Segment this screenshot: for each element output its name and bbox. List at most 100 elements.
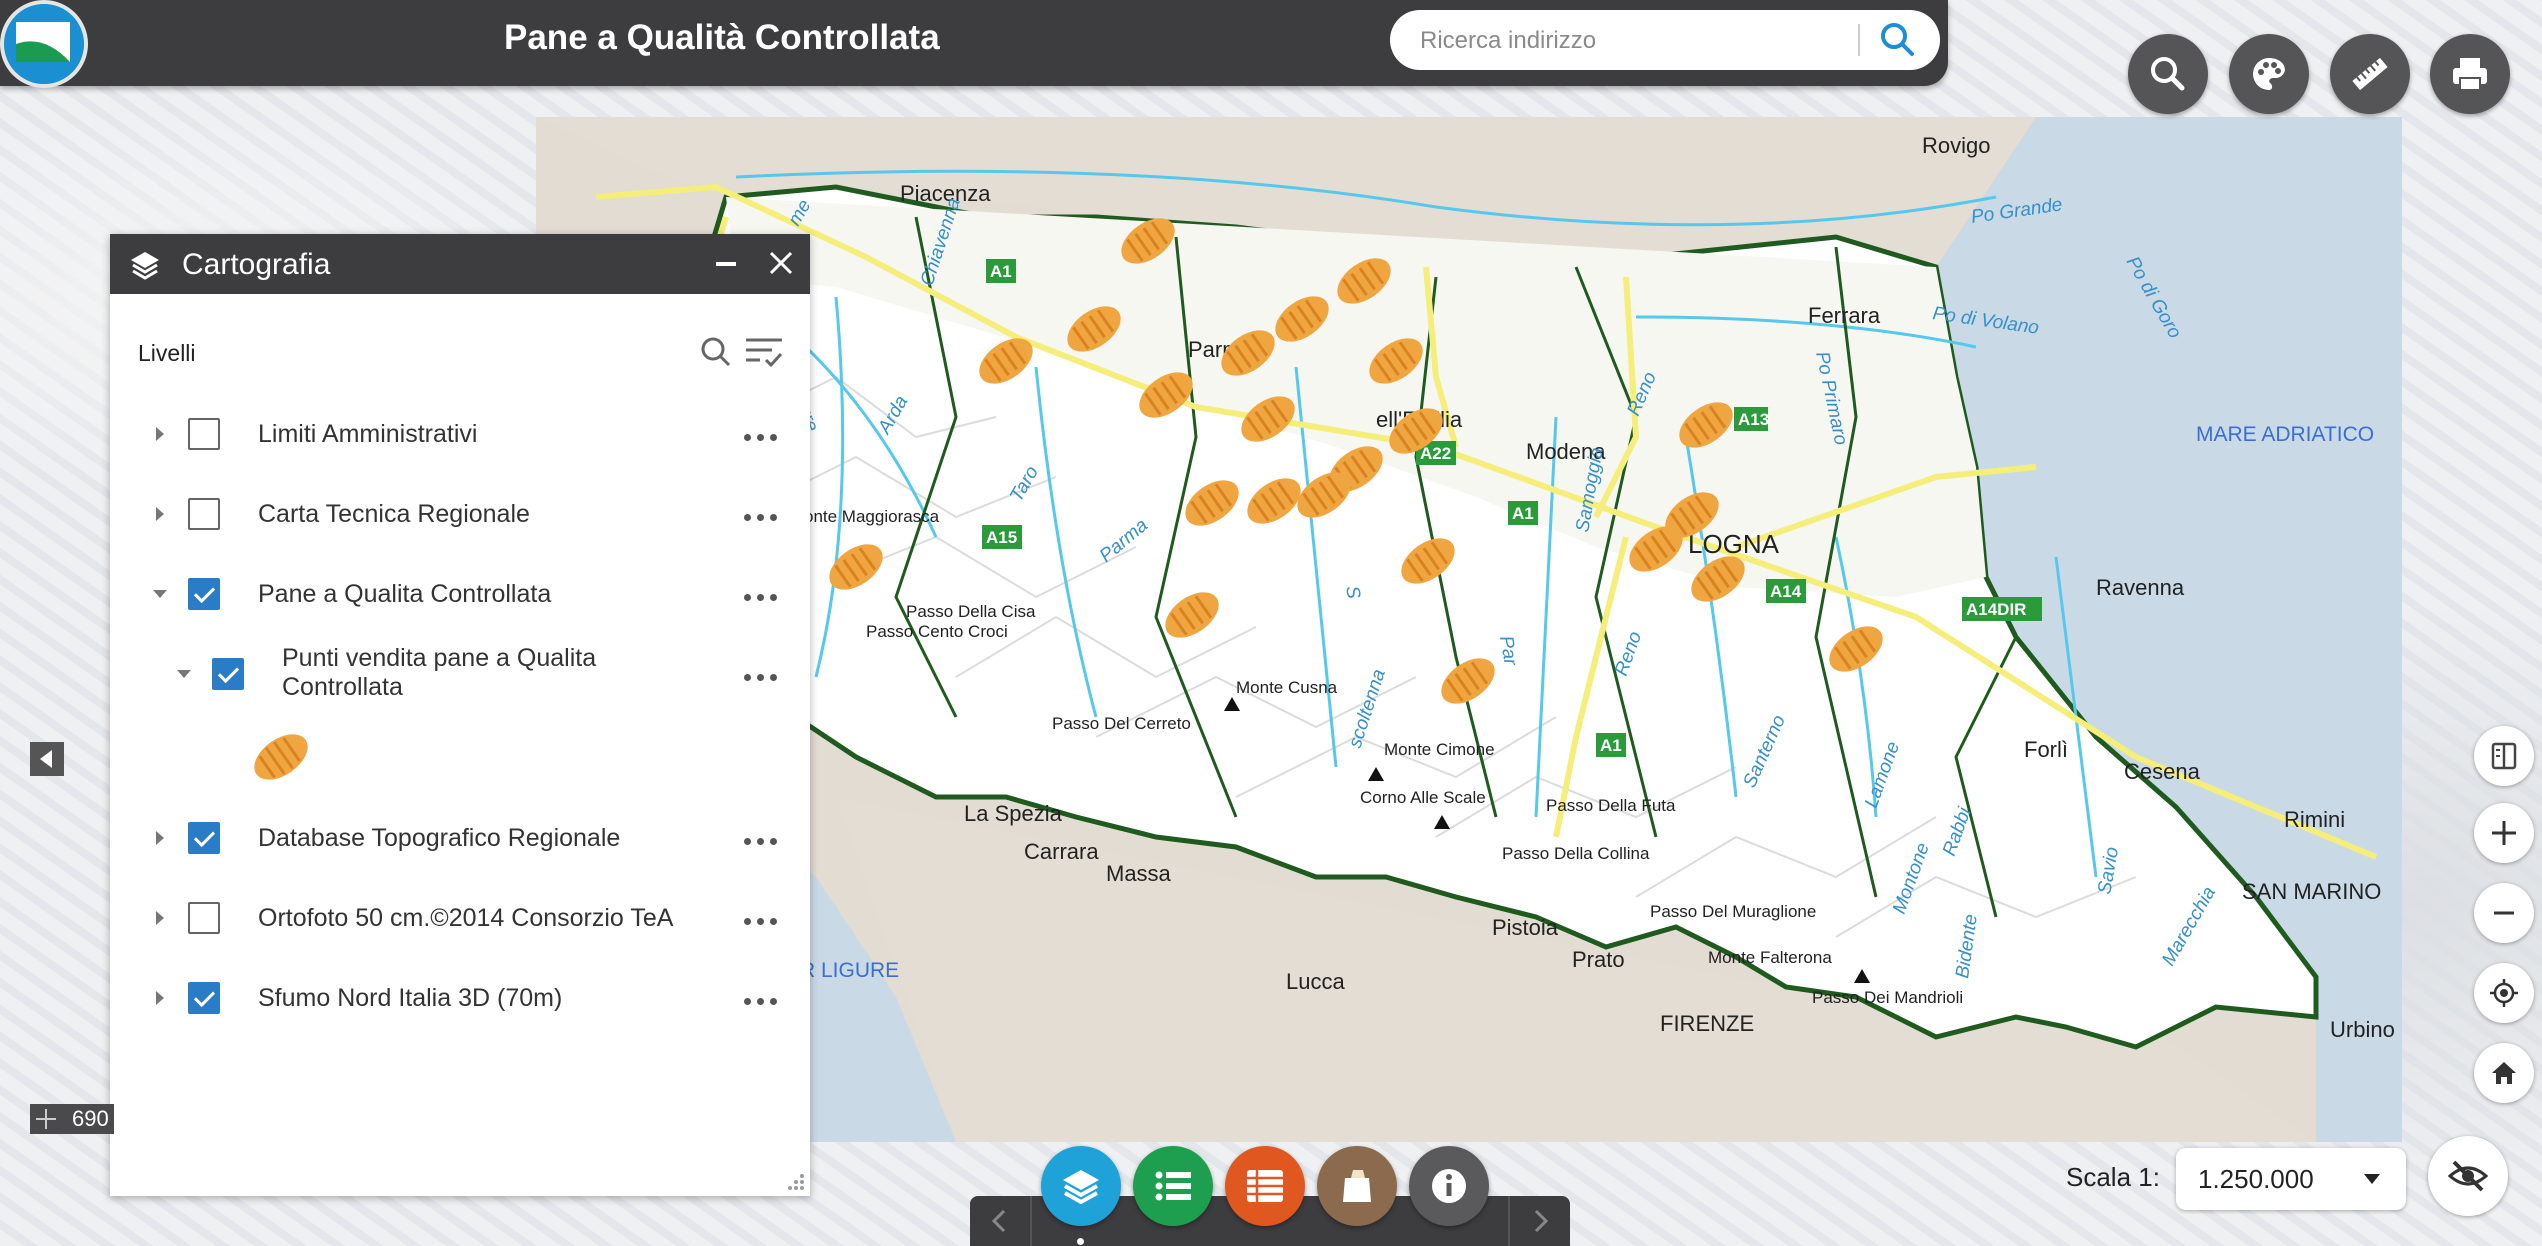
more-options-icon[interactable] [744, 431, 784, 445]
label-ferrara: Ferrara [1808, 303, 1881, 328]
map-view[interactable]: MARE ADRIATICO R LIGURE Rovigo Piacenza … [536, 117, 2402, 1142]
minimize-icon[interactable] [716, 262, 736, 266]
more-options-icon[interactable] [744, 835, 784, 849]
style-button[interactable] [2229, 34, 2309, 114]
divider [1030, 1196, 1032, 1246]
label-passo-collina: Passo Della Collina [1502, 844, 1650, 863]
map-canvas[interactable]: MARE ADRIATICO R LIGURE Rovigo Piacenza … [536, 117, 2402, 1142]
layer-checkbox[interactable] [188, 902, 220, 934]
logo-icon [4, 4, 84, 84]
label-passo-mandrioli: Passo Dei Mandrioli [1812, 988, 1963, 1007]
expand-icon[interactable] [156, 991, 164, 1005]
layer-checkbox[interactable] [188, 822, 220, 854]
coordinates-readout: 690 [30, 1104, 114, 1134]
label-passo-cisa: Passo Della Cisa [906, 602, 1036, 621]
collapse-icon[interactable] [177, 670, 191, 678]
shield-a1: A1 [990, 262, 1012, 281]
more-options-icon[interactable] [744, 511, 784, 525]
chevron-down-icon [2364, 1174, 2380, 1184]
layer-checkbox[interactable] [188, 418, 220, 450]
shield-a14dir: A14DIR [1966, 600, 2026, 619]
active-indicator [1077, 1238, 1084, 1245]
chevron-left-icon [40, 750, 52, 768]
layer-row-carta-tecnica: Carta Tecnica Regionale [110, 484, 810, 544]
more-options-icon[interactable] [744, 995, 784, 1009]
expand-icon[interactable] [156, 427, 164, 441]
close-icon[interactable] [766, 248, 796, 278]
layer-checkbox[interactable] [212, 658, 244, 690]
label-massa: Massa [1106, 861, 1172, 886]
shield-a1c: A1 [1600, 736, 1622, 755]
search-separator [1858, 24, 1860, 56]
levels-label: Livelli [138, 340, 196, 366]
more-options-icon[interactable] [744, 591, 784, 605]
measure-button[interactable] [2330, 34, 2410, 114]
locate-button[interactable] [2474, 963, 2534, 1023]
label-monte-falterona: Monte Falterona [1708, 948, 1832, 967]
label-forli: Forlì [2024, 737, 2068, 762]
address-search-input[interactable] [1418, 20, 1822, 62]
layer-checkbox[interactable] [188, 982, 220, 1014]
layers-button[interactable] [1041, 1146, 1121, 1226]
label-san-marino: SAN MARINO [2242, 879, 2381, 904]
toggle-visibility-button[interactable] [2428, 1136, 2508, 1216]
info-icon [1432, 1169, 1466, 1203]
layer-row-pane-qualita: Pane a Qualita Controllata [110, 564, 810, 624]
hide-icon [2447, 1160, 2489, 1192]
sort-options-icon[interactable] [744, 334, 784, 370]
home-icon [2492, 1062, 2516, 1084]
collapse-icon[interactable] [153, 590, 167, 598]
label-bologna: LOGNA [1688, 529, 1780, 559]
label-rimini: Rimini [2284, 807, 2345, 832]
search-icon [2151, 57, 2185, 91]
coordinate-value: 690 [72, 1106, 109, 1131]
label-la-spezia: La Spezia [964, 801, 1063, 826]
expand-icon[interactable] [156, 911, 164, 925]
legend-button[interactable] [1133, 1146, 1213, 1226]
region-logo[interactable] [0, 0, 88, 88]
label-firenze: FIRENZE [1660, 1011, 1754, 1036]
layer-label: Database Topografico Regionale [258, 824, 621, 852]
print-button[interactable] [2430, 34, 2510, 114]
info-button[interactable] [1409, 1146, 1489, 1226]
label-monte-cimone: Monte Cimone [1384, 740, 1495, 759]
resize-handle-icon[interactable] [786, 1172, 806, 1192]
chevron-left-icon[interactable] [988, 1208, 1012, 1234]
zoom-in-icon [2492, 821, 2516, 845]
attribute-table-button[interactable] [1225, 1146, 1305, 1226]
expand-icon[interactable] [156, 507, 164, 521]
label-urbino: Urbino [2330, 1017, 2395, 1042]
search-submit-button[interactable] [1872, 16, 1922, 64]
more-options-icon[interactable] [744, 915, 784, 929]
label-cesena: Cesena [2124, 759, 2201, 784]
sidebar-toggle-button[interactable] [30, 742, 64, 776]
zoom-out-button[interactable] [2474, 883, 2534, 943]
layers-panel: Cartografia Livelli Limiti Amministrativ… [110, 234, 810, 1196]
expand-icon[interactable] [156, 831, 164, 845]
layer-checkbox[interactable] [188, 578, 220, 610]
panel-header[interactable]: Cartografia [110, 234, 810, 294]
layer-row-punti-vendita: Punti vendita pane a Qualita Controllata [110, 634, 810, 714]
shield-a15: A15 [986, 528, 1017, 547]
search-icon [1881, 23, 1914, 56]
chevron-right-icon[interactable] [1528, 1208, 1552, 1234]
zoom-in-button[interactable] [2474, 803, 2534, 863]
divider [1508, 1196, 1510, 1246]
layer-switcher-button[interactable] [2474, 726, 2534, 786]
ruler-icon [2352, 57, 2388, 91]
shield-a13: A13 [1738, 410, 1769, 429]
panel-title: Cartografia [182, 248, 331, 281]
scale-dropdown[interactable]: 1.250.000 [2176, 1148, 2406, 1210]
more-options-icon[interactable] [744, 671, 784, 685]
filter-search-icon[interactable] [698, 334, 734, 370]
layer-label-continued: Controllata [282, 673, 403, 701]
layer-checkbox[interactable] [188, 498, 220, 530]
shield-a1b: A1 [1512, 504, 1534, 523]
layer-switcher-icon [2491, 742, 2517, 770]
home-button[interactable] [2474, 1043, 2534, 1103]
map-search-button[interactable] [2128, 34, 2208, 114]
label-lucca: Lucca [1286, 969, 1345, 994]
layer-label: Punti vendita pane a Qualita [282, 644, 597, 672]
label-mar-ligure: R LIGURE [800, 959, 899, 982]
bread-shop-button[interactable] [1317, 1146, 1397, 1226]
